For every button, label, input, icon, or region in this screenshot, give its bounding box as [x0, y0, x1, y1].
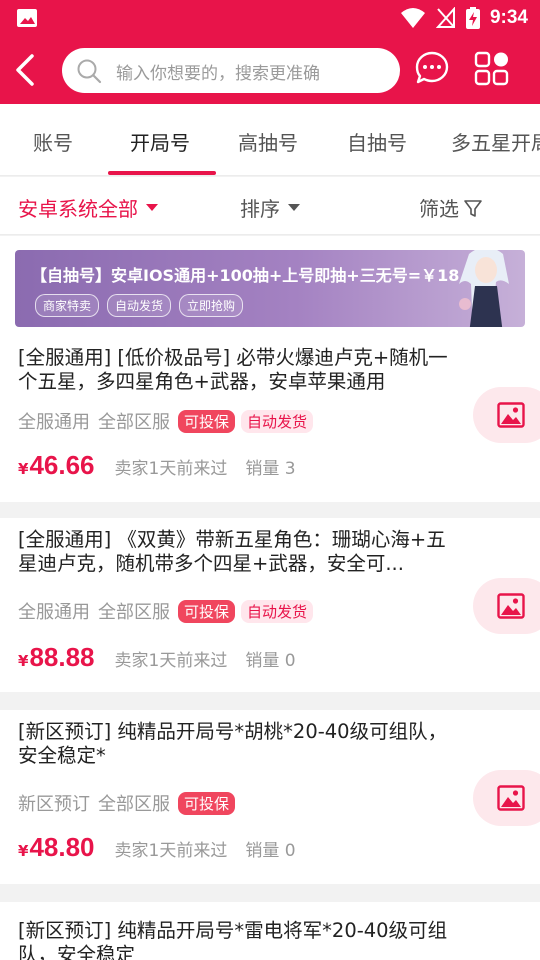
currency-symbol: ¥ — [18, 652, 29, 670]
server-label: 新区预订 — [18, 794, 90, 815]
auto-delivery-badge: 自动发货 — [241, 409, 314, 433]
sales-count: 销量 3 — [245, 459, 296, 479]
listing-card[interactable]: [全服通用] [低价极品号] 必带火爆迪卢克+随机一个五星，多四星角色+武器，安… — [0, 336, 540, 502]
view-images-button[interactable] — [473, 578, 540, 634]
banner-tag: 立即抢购 — [179, 294, 244, 317]
banner-title: 【自抽号】安卓IOS通用+100抽+上号即抽+三无号=￥18.8 — [31, 266, 477, 285]
screen-filter-label: 筛选 — [419, 197, 459, 221]
listing-title: [新区预订] 纯精品开局号*胡桃*20-40级可组队，安全稳定* — [18, 720, 448, 767]
funnel-filter-icon — [464, 199, 482, 217]
back-arrow-icon[interactable] — [10, 50, 42, 90]
screen-filter[interactable]: 筛选 — [419, 193, 483, 222]
battery-charging-icon — [465, 7, 480, 29]
tab-self-pull-account[interactable]: 自抽号 — [347, 127, 407, 156]
banner-section: 【自抽号】安卓IOS通用+100抽+上号即抽+三无号=￥18.8 商家特卖 自动… — [0, 236, 540, 336]
view-images-button[interactable] — [473, 387, 540, 443]
gallery-notification-icon — [17, 9, 37, 27]
seller-activity: 卖家1天前来过 — [114, 651, 228, 671]
banner-tags: 商家特卖 自动发货 立即抢购 — [35, 294, 244, 317]
region-label: 全部区服 — [98, 412, 170, 433]
top-bar: 输入你想要的，搜索更准确 — [0, 36, 540, 104]
listing-title: [全服通用] [低价极品号] 必带火爆迪卢克+随机一个五星，多四星角色+武器，安… — [18, 346, 448, 393]
filter-bar: 安卓系统全部 排序 筛选 — [0, 177, 540, 235]
server-label: 全服通用 — [18, 602, 90, 623]
price-row: ¥ 88.88 卖家1天前来过 销量 0 — [18, 642, 296, 673]
insurable-badge: 可投保 — [178, 599, 236, 623]
insurable-badge: 可投保 — [178, 409, 236, 433]
price: 48.80 — [29, 832, 95, 862]
category-grid-icon[interactable] — [474, 51, 510, 87]
dropdown-triangle-icon — [146, 204, 158, 211]
listing-title: [新区预订] 纯精品开局号*雷电将军*20-40级可组队，安全稳定 — [18, 919, 448, 960]
wifi-icon — [400, 8, 425, 28]
currency-symbol: ¥ — [18, 842, 29, 860]
system-filter-label: 安卓系统全部 — [18, 197, 138, 221]
server-label: 全服通用 — [18, 412, 90, 433]
price-row: ¥ 48.80 卖家1天前来过 销量 0 — [18, 832, 296, 863]
auto-delivery-badge: 自动发货 — [241, 599, 314, 623]
banner-tag: 商家特卖 — [35, 294, 100, 317]
category-tabs: 账号 开局号 高抽号 自抽号 多五星开局 — [0, 104, 540, 176]
listing-meta: 全服通用 全部区服 可投保 自动发货 — [18, 408, 314, 434]
region-label: 全部区服 — [98, 602, 170, 623]
listing-card[interactable]: [新区预订] 纯精品开局号*胡桃*20-40级可组队，安全稳定* 新区预订 全部… — [0, 710, 540, 884]
sales-count: 销量 0 — [245, 841, 296, 861]
search-placeholder: 输入你想要的，搜索更准确 — [116, 64, 320, 84]
listing-card[interactable]: [新区预订] 纯精品开局号*雷电将军*20-40级可组队，安全稳定 — [0, 902, 540, 960]
price: 88.88 — [29, 642, 95, 672]
sales-count: 销量 0 — [245, 651, 296, 671]
search-icon — [77, 59, 102, 84]
system-filter[interactable]: 安卓系统全部 — [18, 193, 158, 222]
listing-meta: 全服通用 全部区服 可投保 自动发货 — [18, 598, 314, 624]
status-bar: 9:34 — [0, 0, 540, 36]
image-icon — [497, 402, 525, 428]
promo-banner[interactable]: 【自抽号】安卓IOS通用+100抽+上号即抽+三无号=￥18.8 商家特卖 自动… — [15, 250, 525, 327]
tab-starter-account[interactable]: 开局号 — [130, 127, 190, 156]
image-icon — [497, 785, 525, 811]
dropdown-triangle-icon — [288, 204, 300, 211]
view-images-button[interactable] — [473, 770, 540, 826]
image-icon — [497, 593, 525, 619]
tab-high-pull-account[interactable]: 高抽号 — [238, 127, 298, 156]
tab-account[interactable]: 账号 — [33, 127, 73, 156]
no-signal-icon — [435, 7, 455, 28]
message-icon[interactable] — [414, 50, 450, 86]
character-illustration — [459, 250, 509, 327]
currency-symbol: ¥ — [18, 460, 29, 478]
price: 46.66 — [29, 450, 95, 480]
tab-multi-five-star[interactable]: 多五星开局 — [451, 127, 540, 156]
banner-tag: 自动发货 — [107, 294, 172, 317]
sort-filter[interactable]: 排序 — [240, 193, 300, 222]
insurable-badge: 可投保 — [178, 791, 236, 815]
clock: 9:34 — [489, 7, 528, 28]
sort-filter-label: 排序 — [240, 197, 280, 221]
search-input[interactable]: 输入你想要的，搜索更准确 — [62, 48, 400, 93]
region-label: 全部区服 — [98, 794, 170, 815]
seller-activity: 卖家1天前来过 — [114, 841, 228, 861]
seller-activity: 卖家1天前来过 — [114, 459, 228, 479]
price-row: ¥ 46.66 卖家1天前来过 销量 3 — [18, 450, 296, 481]
listing-card[interactable]: [全服通用] 《双黄》带新五星角色：珊瑚心海+五星迪卢克，随机带多个四星+武器，… — [0, 518, 540, 692]
active-tab-indicator — [108, 171, 216, 175]
listing-meta: 新区预订 全部区服 可投保 — [18, 790, 241, 816]
listing-title: [全服通用] 《双黄》带新五星角色：珊瑚心海+五星迪卢克，随机带多个四星+武器，… — [18, 528, 446, 575]
